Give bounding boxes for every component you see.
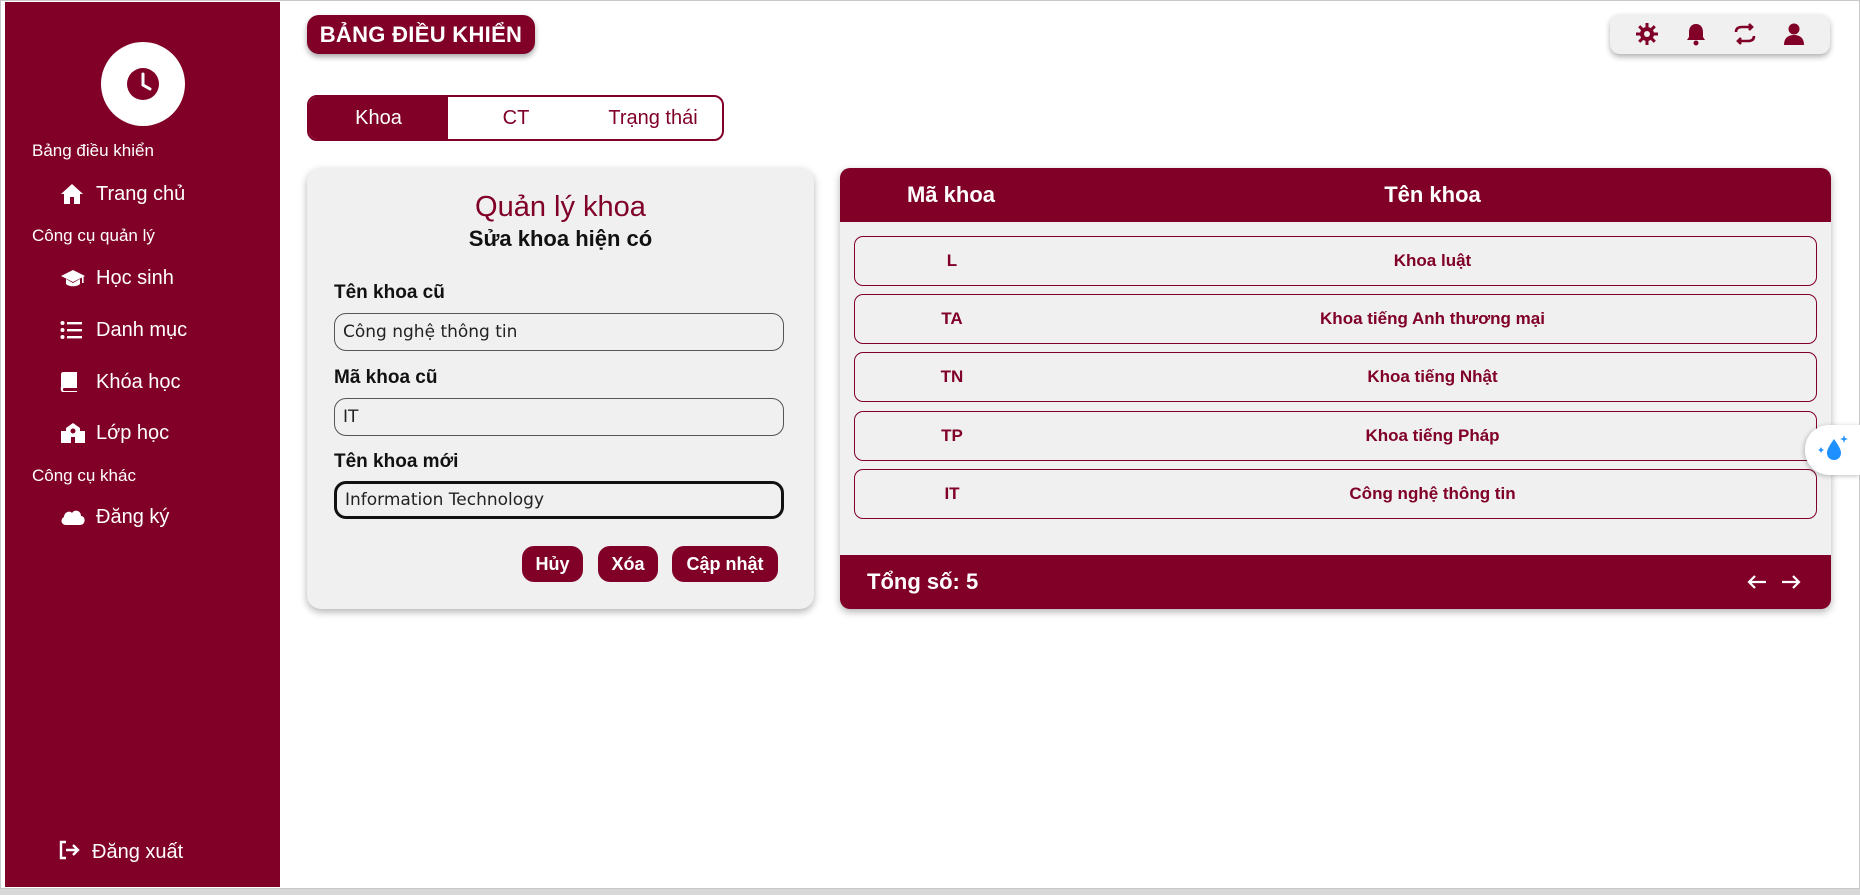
sidebar-item-home[interactable]: Trang chủ <box>60 177 270 211</box>
graduation-cap-icon <box>60 268 96 288</box>
old-name-field[interactable] <box>334 313 784 351</box>
tab-khoa[interactable]: Khoa <box>309 97 448 139</box>
sidebar-item-label: Danh mục <box>96 318 188 341</box>
bell-icon[interactable] <box>1685 22 1707 46</box>
floating-helper-button[interactable] <box>1805 425 1860 475</box>
list-icon <box>60 320 96 340</box>
sidebar-item-categories[interactable]: Danh mục <box>60 313 270 347</box>
sidebar-item-classes[interactable]: Lớp học <box>60 416 270 450</box>
book-icon <box>60 371 96 393</box>
arrow-left-icon[interactable] <box>1747 574 1767 590</box>
user-icon[interactable] <box>1783 22 1805 46</box>
update-button[interactable]: Cập nhật <box>672 546 778 582</box>
cloud-icon <box>60 508 96 526</box>
table-row[interactable]: IT Công nghệ thông tin <box>854 469 1817 519</box>
form-subtitle: Sửa khoa hiện có <box>468 226 653 251</box>
sync-icon[interactable] <box>1733 22 1757 46</box>
section-dashboard: Bảng điều khiển <box>32 141 154 160</box>
row-code: IT <box>944 484 960 503</box>
row-name: Khoa tiếng Nhật <box>1367 367 1498 386</box>
section-other: Công cụ khác <box>32 466 136 485</box>
row-code: L <box>946 251 958 270</box>
home-icon <box>60 183 96 205</box>
delete-button[interactable]: Xóa <box>598 546 658 582</box>
sign-out-icon <box>58 840 80 865</box>
sidebar-item-register[interactable]: Đăng ký <box>60 500 270 534</box>
row-name: Khoa tiếng Pháp <box>1365 426 1500 445</box>
table-row[interactable]: L Khoa luật <box>854 236 1817 286</box>
faculty-table: Mã khoa Tên khoa L Khoa luật TA Khoa tiế… <box>840 168 1831 609</box>
new-name-label: Tên khoa mới <box>334 451 459 472</box>
tab-trang-thai[interactable]: Trạng thái <box>584 97 722 139</box>
row-code: TA <box>941 309 963 328</box>
logout-button[interactable]: Đăng xuất <box>58 840 183 865</box>
section-management: Công cụ quản lý <box>32 226 155 245</box>
old-code-label: Mã khoa cũ <box>334 367 438 388</box>
sidebar: Bảng điều khiển Trang chủ Công cụ quản l… <box>5 2 280 887</box>
tab-ct[interactable]: CT <box>448 97 584 139</box>
table-row[interactable]: TP Khoa tiếng Pháp <box>854 411 1817 461</box>
clock-icon <box>127 68 159 100</box>
row-name: Khoa luật <box>1393 251 1472 270</box>
tab-bar: Khoa CT Trạng thái <box>307 95 724 141</box>
sidebar-item-label: Đăng ký <box>96 505 170 528</box>
pagination <box>1747 555 1801 609</box>
sidebar-item-label: Học sinh <box>96 266 174 289</box>
row-code: TP <box>941 426 963 445</box>
column-header-code: Mã khoa <box>906 182 996 207</box>
row-code: TN <box>940 367 964 386</box>
row-name: Khoa tiếng Anh thương mại <box>1320 309 1545 328</box>
table-row[interactable]: TA Khoa tiếng Anh thương mại <box>854 294 1817 344</box>
old-name-label: Tên khoa cũ <box>334 282 445 303</box>
clock-logo <box>101 42 185 126</box>
sidebar-item-label: Trang chủ <box>96 182 186 205</box>
school-icon <box>60 422 96 444</box>
sidebar-item-courses[interactable]: Khóa học <box>60 365 270 399</box>
table-footer: Tổng số: 5 <box>840 555 1831 609</box>
new-name-field[interactable] <box>334 481 784 519</box>
settings-gear-icon[interactable] <box>1635 22 1659 46</box>
old-code-field[interactable] <box>334 398 784 436</box>
water-drop-sparkle-icon <box>1816 433 1850 468</box>
sidebar-item-label: Lớp học <box>96 421 170 444</box>
table-row[interactable]: TN Khoa tiếng Nhật <box>854 352 1817 402</box>
row-name: Công nghệ thông tin <box>1349 484 1516 503</box>
top-toolbar <box>1610 14 1830 54</box>
form-title: Quản lý khoa <box>475 191 646 223</box>
logout-label: Đăng xuất <box>92 841 184 863</box>
arrow-right-icon[interactable] <box>1781 574 1801 590</box>
total-count: Tổng số: 5 <box>867 569 979 594</box>
sidebar-item-students[interactable]: Học sinh <box>60 261 270 295</box>
table-header: Mã khoa Tên khoa <box>840 168 1831 222</box>
page-title: BẢNG ĐIỀU KHIỂN <box>307 15 535 54</box>
edit-faculty-form: Quản lý khoa Sửa khoa hiện có Tên khoa c… <box>307 168 814 609</box>
column-header-name: Tên khoa <box>1384 182 1481 207</box>
cancel-button[interactable]: Hủy <box>522 546 583 582</box>
sidebar-item-label: Khóa học <box>96 370 181 393</box>
